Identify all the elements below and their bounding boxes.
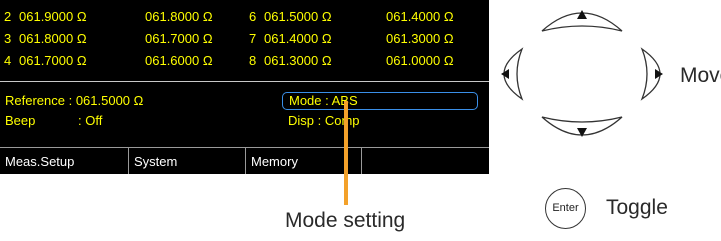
status-divider [0,81,489,82]
reading-value: 061.9000 Ω [19,9,87,24]
reading-value: 061.6000 Ω [145,53,213,68]
mode-setting-caption: Mode setting [285,209,406,232]
reading-value: 061.3000 Ω [264,53,332,68]
reading-row: 2 061.9000 Ω 061.8000 Ω 6 061.5000 Ω 061… [4,7,489,27]
channel-number: 6 [249,9,257,24]
reading-value: 061.7000 Ω [145,31,213,46]
reading-value: 061.5000 Ω [264,9,332,24]
channel-number: 4 [4,53,12,68]
reading-value: 061.4000 Ω [264,31,332,46]
reading-value: 061.7000 Ω [19,53,87,68]
beep-label: Beep [5,113,36,128]
tab-empty[interactable] [361,148,489,174]
tab-meas-setup[interactable]: Meas.Setup [0,148,128,174]
channel-number: 8 [249,53,257,68]
direction-pad [501,10,663,137]
reading-value: 061.8000 Ω [19,31,87,46]
reference-value: Reference : 061.5000 Ω [5,93,144,108]
enter-button[interactable]: Enter [545,188,586,229]
reading-value: 061.8000 Ω [145,9,213,24]
tab-system[interactable]: System [128,148,245,174]
beep-value: : Off [78,113,103,128]
reading-row-partial: —————— [4,0,489,7]
reading-row: 3 061.8000 Ω 061.7000 Ω 7 061.4000 Ω 061… [4,29,489,49]
channel-number: 7 [249,31,257,46]
reading-value: 061.4000 Ω [386,9,454,24]
move-caption: Move [680,64,721,87]
lcd-screen: —————— 2 061.9000 Ω 061.8000 Ω 6 061.500… [0,0,489,174]
reading-value: 061.3000 Ω [386,31,454,46]
softkey-menu-bar: Meas.Setup System Memory [0,147,489,174]
toggle-caption: Toggle [606,196,668,219]
disp-value: Disp : Comp [288,113,360,128]
channel-number: 3 [4,31,12,46]
reading-value: 061.0000 Ω [386,53,454,68]
reading-row: 4 061.7000 Ω 061.6000 Ω 8 061.3000 Ω 061… [4,51,489,71]
mode-setting-pointer [344,101,348,205]
channel-number: 2 [4,9,12,24]
